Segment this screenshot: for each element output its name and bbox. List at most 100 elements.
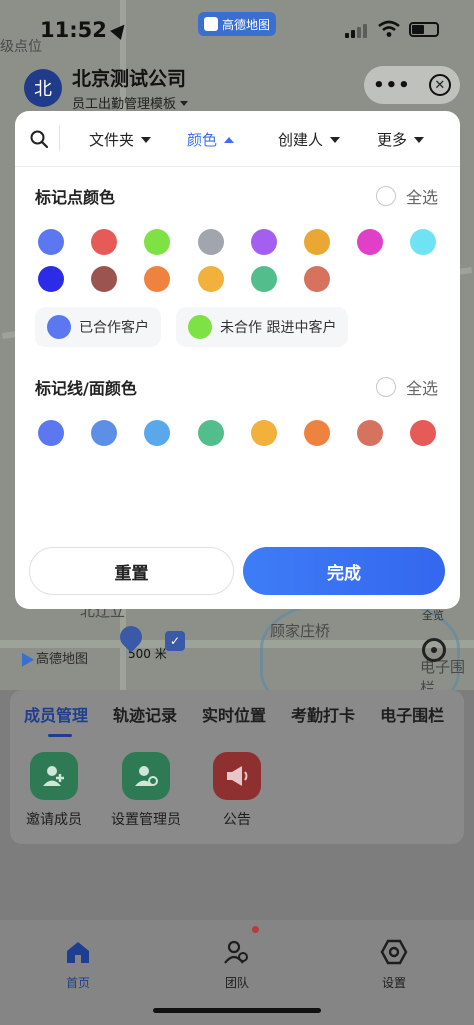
chevron-down-icon bbox=[330, 136, 341, 143]
filter-tab-folder[interactable]: 文件夹 bbox=[89, 129, 152, 150]
more-icon[interactable]: ••• bbox=[373, 75, 411, 96]
company-name: 北京测试公司 bbox=[72, 68, 187, 90]
marker-color-title: 标记点颜色 bbox=[35, 188, 116, 207]
color-swatch[interactable] bbox=[250, 266, 277, 292]
filter-tab-color-label: 颜色 bbox=[187, 131, 218, 149]
color-swatch[interactable] bbox=[304, 266, 330, 292]
color-swatch[interactable] bbox=[250, 420, 277, 446]
tabbar-settings[interactable]: 设置 bbox=[354, 938, 434, 991]
settings-icon bbox=[380, 939, 408, 965]
amap-logo-icon bbox=[15, 648, 35, 667]
color-swatch[interactable] bbox=[144, 229, 171, 255]
filter-bar: 文件夹 颜色 创建人 更多 bbox=[15, 111, 460, 167]
tabbar-team-label: 团队 bbox=[224, 976, 249, 990]
chevron-down-icon bbox=[414, 136, 425, 143]
chevron-down-icon bbox=[141, 136, 152, 143]
color-swatch[interactable] bbox=[91, 229, 118, 255]
tab-attendance[interactable]: 考勤打卡 bbox=[291, 702, 355, 726]
color-swatch[interactable] bbox=[250, 229, 277, 255]
legend-color-dot bbox=[47, 315, 71, 339]
marker-select-all[interactable]: 全选 bbox=[375, 184, 438, 208]
filter-tab-color[interactable]: 颜色 bbox=[187, 129, 235, 150]
company-avatar: 北 bbox=[24, 69, 62, 107]
color-swatch[interactable] bbox=[357, 229, 384, 255]
set-admin-label: 设置管理员 bbox=[111, 812, 181, 828]
color-swatch[interactable] bbox=[91, 266, 118, 292]
select-all-label: 全选 bbox=[405, 379, 438, 398]
home-icon bbox=[67, 942, 89, 963]
megaphone-icon bbox=[213, 752, 261, 800]
close-icon[interactable]: ✕ bbox=[428, 74, 451, 96]
map-check-pin-icon[interactable]: ✓ bbox=[165, 631, 185, 651]
admin-settings-icon bbox=[122, 752, 170, 800]
color-swatch[interactable] bbox=[38, 229, 64, 255]
color-swatch[interactable] bbox=[197, 229, 224, 255]
filter-tab-creator[interactable]: 创建人 bbox=[278, 129, 341, 150]
amap-brand: 高德地图 bbox=[15, 648, 88, 667]
filter-tab-more-label: 更多 bbox=[377, 131, 408, 149]
color-swatch[interactable] bbox=[197, 420, 224, 446]
team-icon bbox=[224, 940, 248, 964]
signal-icon bbox=[345, 24, 367, 38]
announcement-button[interactable]: 公告 bbox=[187, 752, 287, 829]
tab-realtime-location[interactable]: 实时位置 bbox=[202, 702, 266, 726]
tabbar-team[interactable]: 团队 bbox=[197, 938, 277, 991]
color-swatch[interactable] bbox=[38, 266, 64, 292]
tabbar-home-label: 首页 bbox=[65, 976, 90, 990]
locate-icon[interactable] bbox=[422, 638, 446, 662]
color-swatch[interactable] bbox=[410, 420, 437, 446]
legend-label: 未合作 跟进中客户 bbox=[220, 320, 337, 336]
select-all-checkbox[interactable] bbox=[375, 186, 396, 206]
color-swatch[interactable] bbox=[357, 420, 384, 446]
chevron-up-icon bbox=[224, 136, 235, 143]
reset-button[interactable]: 重置 bbox=[29, 547, 234, 595]
tab-member-management[interactable]: 成员管理 bbox=[24, 702, 88, 726]
battery-icon bbox=[409, 22, 439, 37]
set-admin-button[interactable]: 设置管理员 bbox=[96, 752, 196, 829]
filter-tab-more[interactable]: 更多 bbox=[377, 129, 425, 150]
color-swatch[interactable] bbox=[304, 229, 330, 255]
status-time: 11:52 bbox=[40, 18, 130, 42]
home-indicator bbox=[153, 1008, 321, 1013]
location-arrow-icon bbox=[109, 20, 130, 40]
chevron-down-icon bbox=[180, 101, 189, 106]
announcement-label: 公告 bbox=[223, 812, 251, 828]
overview-button[interactable]: 全览 bbox=[422, 607, 444, 623]
legend-item[interactable]: 未合作 跟进中客户 bbox=[176, 307, 349, 347]
color-swatch[interactable] bbox=[144, 266, 171, 292]
company-header[interactable]: 北 北京测试公司 员工出勤管理模板 bbox=[24, 64, 189, 112]
invite-member-button[interactable]: 邀请成员 bbox=[4, 752, 104, 829]
legend-item[interactable]: 已合作客户 bbox=[35, 307, 161, 347]
divider bbox=[59, 125, 60, 151]
color-filter-sheet: 文件夹 颜色 创建人 更多 标记点颜色 全选 已合作客户 未合作 跟进中客户 标… bbox=[15, 111, 460, 609]
mini-program-capsule: ••• ✕ bbox=[364, 66, 460, 104]
color-swatch[interactable] bbox=[144, 420, 171, 446]
template-label: 员工出勤管理模板 bbox=[72, 97, 177, 112]
line-select-all[interactable]: 全选 bbox=[375, 375, 438, 399]
tab-geofence[interactable]: 电子围栏 bbox=[380, 702, 444, 726]
invite-member-label: 邀请成员 bbox=[26, 812, 82, 828]
template-name[interactable]: 员工出勤管理模板 bbox=[72, 93, 189, 112]
color-swatch[interactable] bbox=[304, 420, 330, 446]
amap-app-icon bbox=[204, 17, 218, 31]
filter-tab-creator-label: 创建人 bbox=[278, 131, 324, 149]
search-icon[interactable] bbox=[29, 129, 49, 149]
tabbar-settings-label: 设置 bbox=[381, 976, 406, 990]
tabbar-home[interactable]: 首页 bbox=[38, 938, 118, 991]
mini-app-indicator[interactable]: 高德地图 bbox=[198, 12, 276, 36]
tab-track-record[interactable]: 轨迹记录 bbox=[113, 702, 177, 726]
color-swatch[interactable] bbox=[91, 420, 118, 446]
select-all-checkbox[interactable] bbox=[375, 377, 396, 397]
line-color-title: 标记线/面颜色 bbox=[35, 379, 137, 398]
color-swatch[interactable] bbox=[410, 229, 437, 255]
mini-app-name: 高德地图 bbox=[222, 17, 271, 32]
notification-badge bbox=[252, 926, 259, 933]
wifi-icon bbox=[378, 20, 400, 37]
color-swatch[interactable] bbox=[197, 266, 224, 292]
legend-color-dot bbox=[188, 315, 212, 339]
time-text: 11:52 bbox=[40, 18, 107, 42]
select-all-label: 全选 bbox=[405, 188, 438, 207]
legend-label: 已合作客户 bbox=[79, 320, 149, 336]
done-button[interactable]: 完成 bbox=[243, 547, 445, 595]
color-swatch[interactable] bbox=[38, 420, 64, 446]
